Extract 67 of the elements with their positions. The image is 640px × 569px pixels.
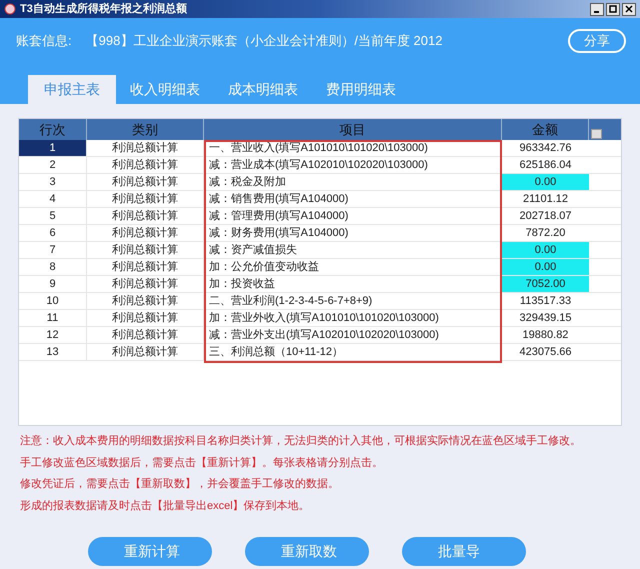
table-cell: 利润总额计算 (87, 259, 204, 275)
table-cell: 利润总额计算 (87, 293, 204, 309)
amount-cell-text: 21101.12 (522, 192, 570, 207)
table-cell: 利润总额计算 (87, 242, 204, 258)
amount-cell-text: 202718.07 (518, 208, 572, 224)
table-cell-text: 减：财务费用(填写A104000) (208, 226, 350, 241)
notice-text: 修改凭证后，需要点击【重新取数】，并会覆盖手工修改的数据。 (20, 476, 340, 492)
table-cell-text: 加：公允价值变动收益 (208, 260, 320, 275)
table-cell-text: 减：资产减值损失 (208, 242, 298, 258)
row-number[interactable]: 2 (19, 157, 87, 173)
table-cell-text: 减：营业成本(填写A102010\102020\103000) (208, 158, 429, 173)
row-number[interactable]: 4 (19, 191, 87, 207)
amount-cell[interactable]: 0.00 (502, 259, 589, 275)
table-cell: 利润总额计算 (87, 208, 204, 224)
amount-cell[interactable]: 0.00 (502, 242, 589, 258)
app-icon (4, 3, 16, 15)
table-cell: 利润总额计算 (87, 276, 204, 292)
table-cell-text: 一、营业收入(填写A101010\101020\103000) (208, 140, 429, 156)
amount-cell-text: 7872.20 (524, 226, 566, 241)
amount-cell-text: 19880.82 (522, 328, 570, 343)
window-title: T3自动生成所得税年报之利润总额 (20, 2, 187, 17)
notice-text: 注意：收入成本费用的明细数据按科目名称归类计算，无法归类的计入其他，可根据实际情况在蓝色区域手工修改。 (20, 434, 582, 449)
row-number[interactable]: 5 (19, 208, 87, 224)
table-cell-text: 加：营业外收入(填写A101010\101020\103000) (208, 310, 440, 326)
row-number[interactable]: 3 (19, 174, 87, 190)
table-cell: 利润总额计算 (87, 310, 204, 326)
table-cell-text: 三、利润总额（10+11-12） (208, 344, 344, 360)
corner-handle (591, 129, 602, 139)
row-number[interactable]: 6 (19, 225, 87, 241)
column-header: 类别 (87, 119, 204, 140)
column-header: 金额 (502, 119, 589, 140)
amount-cell-text: 113517.33 (518, 294, 572, 309)
notice-text: 形成的报表数据请及时点击【批量导出excel】保存到本地。 (20, 498, 311, 514)
row-number[interactable]: 1 (19, 140, 87, 156)
row-number[interactable]: 8 (19, 259, 87, 275)
amount-cell-text: 423075.66 (518, 344, 572, 360)
row-number[interactable]: 9 (19, 276, 87, 292)
minimize-icon[interactable] (590, 2, 604, 16)
notice-text: 手工修改蓝色区域数据后，需要点击【重新计算】。每张表格请分别点击。 (20, 456, 384, 470)
table-cell: 利润总额计算 (87, 157, 204, 173)
table-cell-text: 二、营业利润(1-2-3-4-5-6-7+8+9) (208, 294, 374, 309)
table-cell-text: 加：投资收益 (208, 276, 276, 292)
account-info: 【998】工业企业演示账套（小企业会计准则）/当前年度 2012 (86, 32, 442, 50)
table-cell: 利润总额计算 (87, 327, 204, 343)
column-header: 项目 (204, 119, 502, 140)
row-number[interactable]: 12 (19, 327, 87, 343)
maximize-icon[interactable] (606, 2, 620, 16)
amount-cell[interactable]: 7052.00 (502, 276, 589, 292)
table-cell: 利润总额计算 (87, 225, 204, 241)
table-cell-text: 减：营业外支出(填写A102010\102020\103000) (208, 328, 440, 343)
amount-cell[interactable]: 0.00 (502, 174, 589, 190)
amount-cell-text: 963342.76 (518, 140, 572, 156)
table-cell: 利润总额计算 (87, 174, 204, 190)
table-cell: 利润总额计算 (87, 191, 204, 207)
table-cell-text: 减：管理费用(填写A104000) (208, 208, 350, 224)
close-icon[interactable] (622, 2, 636, 16)
table-cell: 利润总额计算 (87, 140, 204, 156)
amount-cell-text: 625186.04 (518, 158, 572, 173)
row-number[interactable]: 13 (19, 344, 87, 360)
account-label: 账套信息: (16, 32, 72, 50)
row-number[interactable]: 11 (19, 310, 87, 326)
row-number[interactable]: 7 (19, 242, 87, 258)
table-cell-text: 减：销售费用(填写A104000) (208, 192, 350, 207)
amount-cell-text: 329439.15 (518, 310, 572, 326)
row-number[interactable]: 10 (19, 293, 87, 309)
table-cell-text: 减：税金及附加 (208, 174, 287, 190)
table-cell: 利润总额计算 (87, 344, 204, 360)
